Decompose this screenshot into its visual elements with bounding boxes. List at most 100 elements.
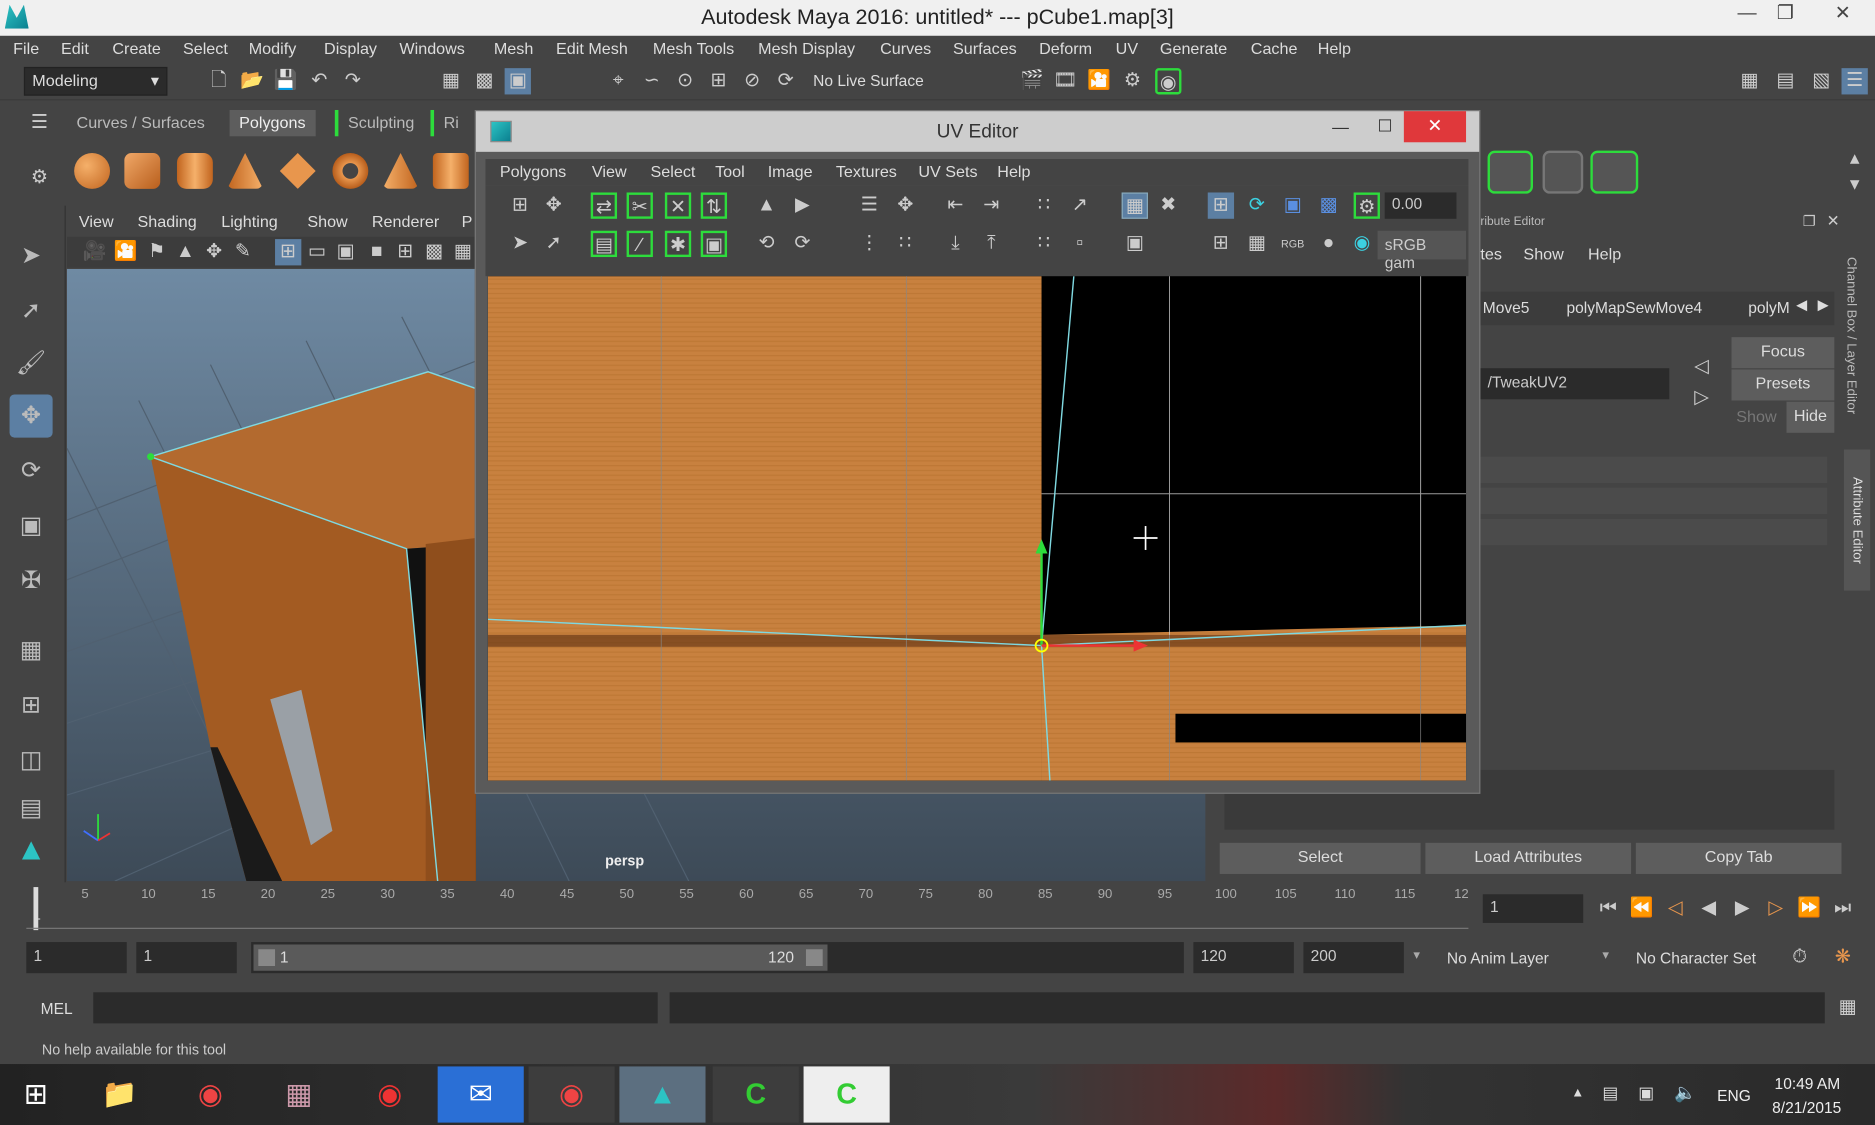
- uv-maximize-button[interactable]: ☐: [1378, 116, 1393, 136]
- tab-scroll-left-icon[interactable]: ◀: [1796, 296, 1807, 313]
- input-connection-icon[interactable]: ◁: [1688, 354, 1714, 380]
- align-right-icon[interactable]: ⇥: [978, 192, 1004, 218]
- restore-button[interactable]: ❐: [1763, 0, 1808, 31]
- photos-app-icon[interactable]: ▦: [256, 1066, 342, 1122]
- move-tool-icon[interactable]: ✥: [9, 394, 53, 438]
- uv-editor-titlebar[interactable]: UV Editor — ☐ ✕: [475, 111, 1480, 152]
- menu-file[interactable]: File: [13, 39, 39, 57]
- relax-uv-icon[interactable]: ✱: [664, 230, 692, 258]
- bookmark-icon[interactable]: ⚑: [143, 239, 169, 265]
- split-uv-icon[interactable]: ▤: [590, 230, 618, 258]
- two-d-pan-icon[interactable]: ✥: [201, 239, 227, 265]
- range-slider-handle[interactable]: 1 120: [253, 944, 828, 971]
- channel-menu-help[interactable]: Help: [1588, 245, 1621, 263]
- panel-menu-panels[interactable]: P: [462, 213, 473, 231]
- menu-surfaces[interactable]: Surfaces: [953, 39, 1017, 57]
- file-explorer-icon[interactable]: 📁: [77, 1066, 163, 1122]
- shaded-uv-icon[interactable]: ▣: [1279, 192, 1305, 218]
- align-top-icon[interactable]: ⤒: [978, 231, 1004, 257]
- attribute-side-tab[interactable]: Attribute Editor: [1843, 449, 1871, 591]
- tab-polygons[interactable]: Polygons: [229, 109, 316, 137]
- uv-menu-textures[interactable]: Textures: [836, 163, 897, 181]
- character-set-chevron-icon[interactable]: ▾: [1602, 947, 1609, 962]
- grid-display-icon[interactable]: ⊞: [1207, 192, 1235, 219]
- menu-create[interactable]: Create: [112, 39, 160, 57]
- menu-select[interactable]: Select: [183, 39, 228, 57]
- tab-scroll-right-icon[interactable]: ▶: [1818, 296, 1829, 313]
- node-tab-polymapsewmove4[interactable]: polyMapSewMove4: [1566, 299, 1702, 317]
- shelf-menu-icon[interactable]: ☰: [26, 110, 52, 136]
- menu-help[interactable]: Help: [1318, 39, 1351, 57]
- menu-mesh[interactable]: Mesh: [494, 39, 533, 57]
- panel-menu-shading[interactable]: Shading: [138, 213, 197, 231]
- uv-close-button[interactable]: ✕: [1403, 111, 1467, 143]
- ae-select-button[interactable]: Select: [1219, 842, 1421, 874]
- grid-uv-icon[interactable]: ☰: [856, 192, 882, 218]
- snap-view-icon[interactable]: ⊞: [706, 68, 732, 94]
- chrome-active-icon[interactable]: ◉: [528, 1066, 615, 1123]
- show-label[interactable]: Show: [1736, 408, 1776, 426]
- paint-select-icon[interactable]: 🖌: [10, 342, 53, 385]
- panel-menu-view[interactable]: View: [79, 213, 114, 231]
- tray-volume-icon[interactable]: 🔈: [1674, 1082, 1696, 1103]
- display-image-icon[interactable]: ▦: [1121, 192, 1148, 219]
- rotate-ccw-icon[interactable]: ⟲: [753, 231, 779, 257]
- gate-mask-icon[interactable]: ■: [364, 239, 390, 265]
- uv-grid-toggle-icon[interactable]: ⊞: [1208, 231, 1234, 257]
- snap-grid-icon[interactable]: ⌖: [605, 68, 631, 94]
- grid-toggle-icon[interactable]: ⊞: [275, 239, 302, 266]
- poly-torus-icon[interactable]: [332, 153, 369, 189]
- select-object-icon[interactable]: ▩: [471, 68, 497, 94]
- close-button[interactable]: ✕: [1815, 0, 1870, 31]
- camtasia-icon[interactable]: C: [712, 1066, 799, 1123]
- range-slider[interactable]: 1 120: [251, 942, 1184, 974]
- shrink-selection-icon[interactable]: ▫: [1067, 231, 1093, 257]
- character-set-label[interactable]: No Character Set: [1636, 949, 1756, 967]
- panel-menu-renderer[interactable]: Renderer: [372, 213, 439, 231]
- menu-mesh-tools[interactable]: Mesh Tools: [653, 39, 734, 57]
- uv-menu-image[interactable]: Image: [768, 163, 813, 181]
- maya-home-icon[interactable]: ▲: [10, 827, 53, 870]
- attribute-editor-toggle-icon[interactable]: ▤: [1772, 68, 1798, 94]
- menu-mesh-display[interactable]: Mesh Display: [758, 39, 855, 57]
- unfold-icon[interactable]: ∕: [626, 230, 653, 258]
- poly-pipe-icon[interactable]: [432, 153, 469, 189]
- alpha-channel-icon[interactable]: ●: [1315, 231, 1341, 257]
- menu-modify[interactable]: Modify: [249, 39, 297, 57]
- node-name-field[interactable]: /TweakUV2: [1480, 368, 1670, 400]
- lasso-tool-icon[interactable]: ➚: [10, 289, 53, 332]
- undo-icon[interactable]: ↶: [306, 68, 332, 94]
- panel-menu-lighting[interactable]: Lighting: [221, 213, 278, 231]
- mel-input[interactable]: [93, 992, 658, 1024]
- select-tool-icon[interactable]: ➤: [10, 234, 53, 277]
- flip-v-direction-icon[interactable]: ▶: [789, 192, 815, 218]
- stack-uv-icon[interactable]: ∷: [892, 231, 918, 257]
- start-time-field[interactable]: 1: [26, 942, 127, 974]
- snap-surface-icon[interactable]: ⊘: [739, 68, 765, 94]
- texture-borders-icon[interactable]: ▩: [1315, 192, 1341, 218]
- resolution-gate-icon[interactable]: ▣: [332, 239, 358, 265]
- exposure-reset-icon[interactable]: ⚙: [1353, 192, 1380, 219]
- select-hierarchy-icon[interactable]: ▦: [438, 68, 464, 94]
- live-surface-label[interactable]: No Live Surface: [813, 72, 924, 90]
- layout-uv-icon[interactable]: ▣: [700, 230, 728, 258]
- poly-plane-icon[interactable]: [279, 153, 316, 189]
- uv-menu-tool[interactable]: Tool: [715, 163, 745, 181]
- save-scene-icon[interactable]: 💾: [273, 68, 299, 94]
- safe-title-icon[interactable]: ▦: [450, 239, 476, 265]
- focus-button[interactable]: Focus: [1731, 337, 1835, 369]
- mail-app-icon[interactable]: ✉: [437, 1066, 524, 1123]
- load-attributes-button[interactable]: Load Attributes: [1425, 842, 1632, 874]
- uv-canvas[interactable]: [487, 276, 1467, 781]
- hypershade-icon[interactable]: ◉: [1155, 68, 1182, 95]
- channel-box-icon[interactable]: ☰: [1841, 68, 1868, 95]
- render-frame-icon[interactable]: 🎞: [1052, 68, 1078, 94]
- side-layout-icon[interactable]: ◫: [10, 739, 53, 782]
- camtasia-recorder-icon[interactable]: C: [803, 1066, 890, 1123]
- rgb-channels-icon[interactable]: RGB: [1279, 231, 1305, 257]
- ipr-render-icon[interactable]: 🎦: [1086, 68, 1112, 94]
- rotate-cw-icon[interactable]: ⟳: [789, 231, 815, 257]
- snap-point-icon[interactable]: ⊙: [672, 68, 698, 94]
- tab-sculpting[interactable]: Sculpting: [334, 109, 424, 137]
- poly-pyramid-icon[interactable]: [382, 153, 419, 189]
